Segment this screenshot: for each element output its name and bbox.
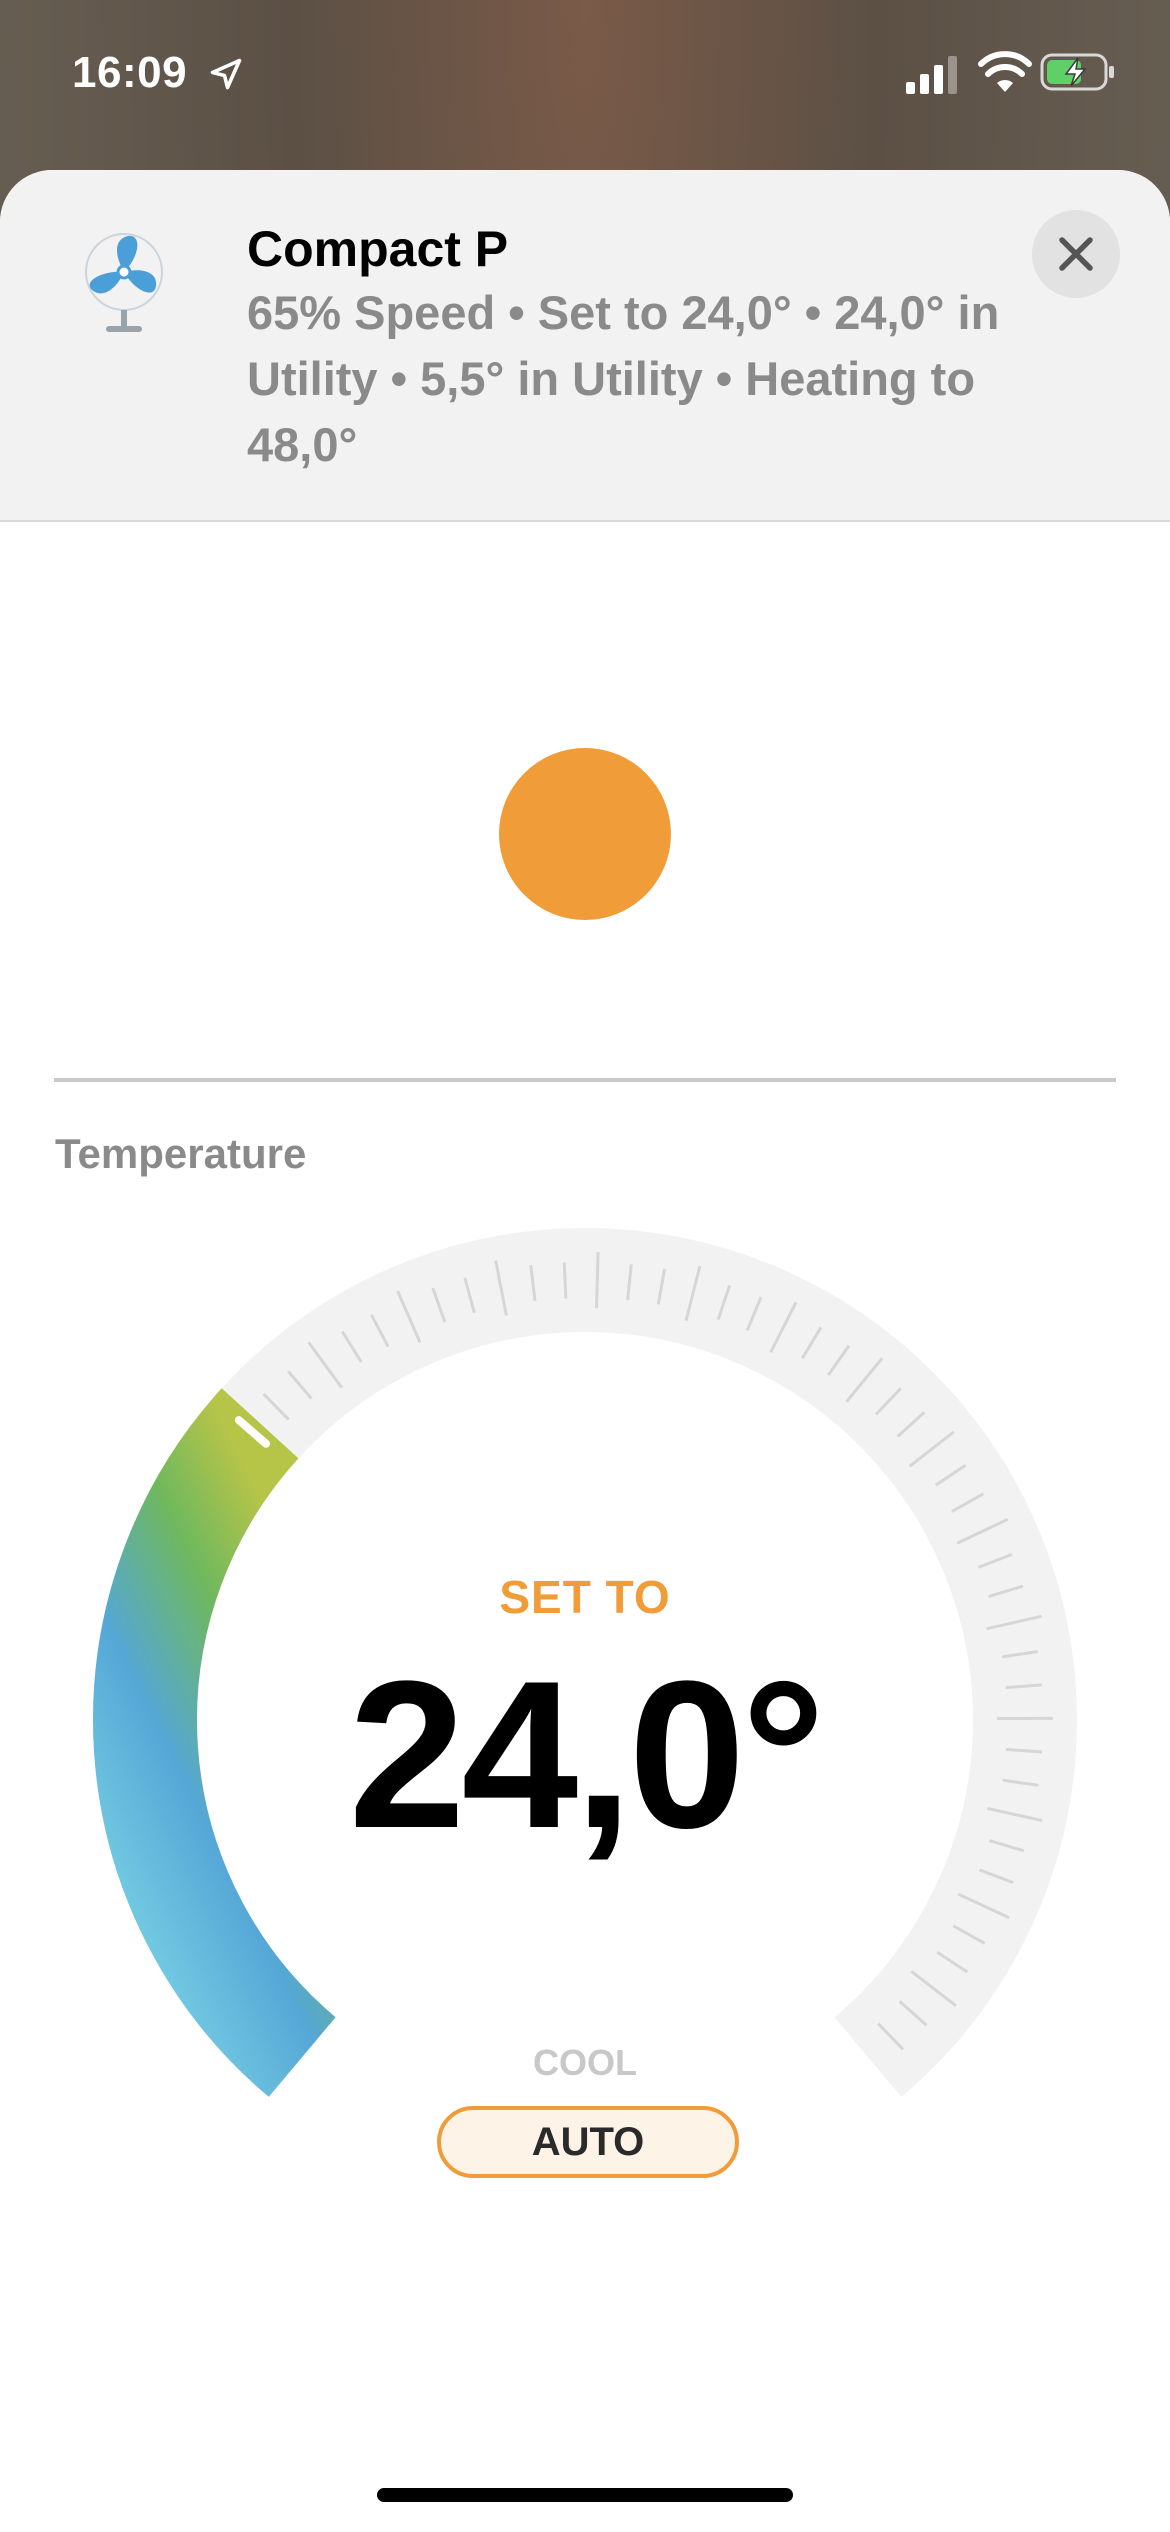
set-to-label: SET TO bbox=[499, 1571, 671, 1623]
fan-icon bbox=[85, 233, 163, 332]
wifi-icon bbox=[978, 51, 1032, 92]
close-icon bbox=[1059, 237, 1093, 271]
accessory-header: Compact P 65% Speed • Set to 24,0° • 24,… bbox=[0, 170, 1170, 522]
battery-charging-icon bbox=[1040, 53, 1114, 91]
close-button[interactable] bbox=[1032, 210, 1120, 298]
temperature-value: 24,0° bbox=[348, 1637, 826, 1872]
section-divider bbox=[54, 1078, 1116, 1082]
accessory-detail-sheet: Compact P 65% Speed • Set to 24,0° • 24,… bbox=[0, 170, 1170, 2532]
mode-auto-option[interactable]: AUTO bbox=[437, 2106, 739, 2178]
cellular-signal-icon bbox=[906, 56, 957, 94]
dial-tick bbox=[562, 1262, 568, 1299]
dial-tick bbox=[595, 1252, 600, 1309]
accessory-status: 65% Speed • Set to 24,0° • 24,0° in Util… bbox=[247, 286, 1000, 471]
temperature-section-label: Temperature bbox=[55, 1130, 307, 1177]
home-indicator bbox=[377, 2488, 793, 2502]
location-arrow-icon bbox=[210, 58, 242, 90]
accessory-name: Compact P bbox=[247, 221, 509, 277]
mode-cool-option[interactable]: COOL bbox=[0, 2042, 1170, 2084]
power-toggle[interactable] bbox=[499, 748, 671, 920]
status-time: 16:09 bbox=[72, 48, 188, 97]
